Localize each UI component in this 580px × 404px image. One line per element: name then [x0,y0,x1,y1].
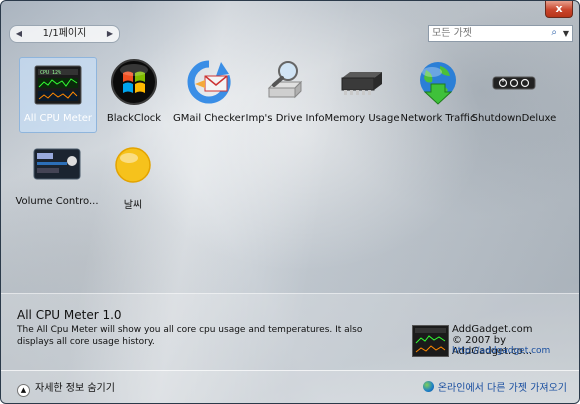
gadget-label: All CPU Meter [23,113,93,124]
shutdown-buttons-icon [490,58,538,106]
page-navigator: ◀ 1/1페이지 ▶ [9,25,120,43]
svg-text:CPU 12%: CPU 12% [40,70,61,76]
gadget-gallery-window: x ◀ 1/1페이지 ▶ ⌕ ▼ CPU 12% All CPU Meter [0,0,580,404]
gadget-label: 날씨 [123,200,143,211]
publisher-link[interactable]: http://addgadget.com [452,346,550,356]
gadget-title: All CPU Meter 1.0 [17,308,122,322]
previous-page-button[interactable]: ◀ [12,26,26,42]
next-page-button[interactable]: ▶ [103,26,117,42]
search-options-dropdown[interactable]: ▼ [563,26,569,41]
get-more-gadgets-label: 온라인에서 다른 가젯 가져오기 [437,383,567,394]
search-box: ⌕ ▼ [428,25,573,42]
get-more-gadgets-link[interactable]: 온라인에서 다른 가젯 가져오기 [422,379,567,394]
hide-details-label: 자세한 정보 숨기기 [35,383,115,394]
gadget-label: ShutdownDeluxe [471,113,557,124]
page-indicator: 1/1페이지 [42,28,87,39]
memory-chip-icon [338,58,386,106]
footer-bar: ▲ 자세한 정보 숨기기 온라인에서 다른 가젯 가져오기 [1,370,579,403]
chevron-up-icon: ▲ [17,384,30,397]
gadget-label: Memory Usage [324,113,400,124]
mail-refresh-icon [185,58,233,106]
search-icon[interactable]: ⌕ [551,27,557,38]
gadget-label: GMail Checker [173,113,245,124]
sun-icon [109,141,157,189]
gadget-description: The All Cpu Meter will show you all core… [17,325,363,347]
gadget-memory-usage[interactable]: Memory Usage [324,58,400,130]
publisher-name: AddGadget.com [452,324,533,335]
gadget-volume-control[interactable]: Volume Contro... [15,141,99,213]
globe-icon [422,381,434,392]
gadget-all-cpu-meter[interactable]: CPU 12% All CPU Meter [19,57,97,133]
drive-magnifier-icon [261,58,309,106]
cpu-meter-icon: CPU 12% [34,62,82,110]
gadget-shutdowndeluxe[interactable]: ShutdownDeluxe [472,58,556,130]
search-input[interactable] [432,26,542,41]
gadget-label: Network Traffic [400,113,476,124]
gadget-network-traffic[interactable]: Network Traffic [400,58,476,130]
gadget-blackclock[interactable]: BlackClock [96,58,172,130]
windows-orb-icon [110,58,158,106]
gadget-weather[interactable]: 날씨 [95,141,171,213]
gadget-label: Imp's Drive Info [245,113,325,124]
gadget-label: Volume Contro... [15,196,99,207]
hide-details-toggle[interactable]: ▲ 자세한 정보 숨기기 [17,379,115,397]
details-pane: All CPU Meter 1.0 The All Cpu Meter will… [1,294,579,370]
close-button[interactable]: x [545,1,573,18]
gadget-imps-drive-info[interactable]: Imp's Drive Info [246,58,324,130]
publisher-thumbnail [412,325,449,357]
gadget-gmail-checker[interactable]: GMail Checker [171,58,247,130]
globe-download-icon [414,58,462,106]
volume-control-icon [33,141,81,189]
